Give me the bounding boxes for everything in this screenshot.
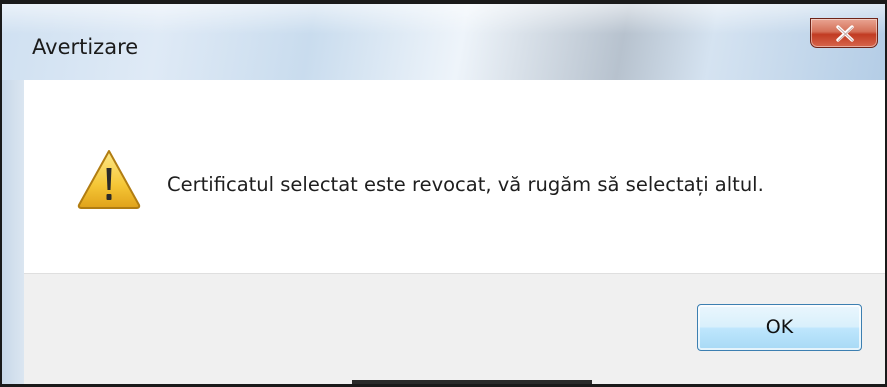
warning-icon — [77, 150, 141, 209]
button-bar: OK — [24, 273, 885, 384]
dialog-window: Avertizare Certificatul selectat este re… — [0, 0, 887, 387]
title-bar: Avertizare — [2, 4, 885, 80]
close-icon — [836, 25, 854, 42]
message-area: Certificatul selectat este revocat, vă r… — [24, 80, 885, 273]
ok-button[interactable]: OK — [697, 304, 862, 351]
close-button[interactable] — [810, 18, 878, 48]
window-left-border — [2, 80, 24, 384]
taskbar-edge — [352, 380, 592, 384]
window-title: Avertizare — [32, 35, 139, 59]
dialog-message: Certificatul selectat este revocat, vă r… — [167, 173, 764, 196]
